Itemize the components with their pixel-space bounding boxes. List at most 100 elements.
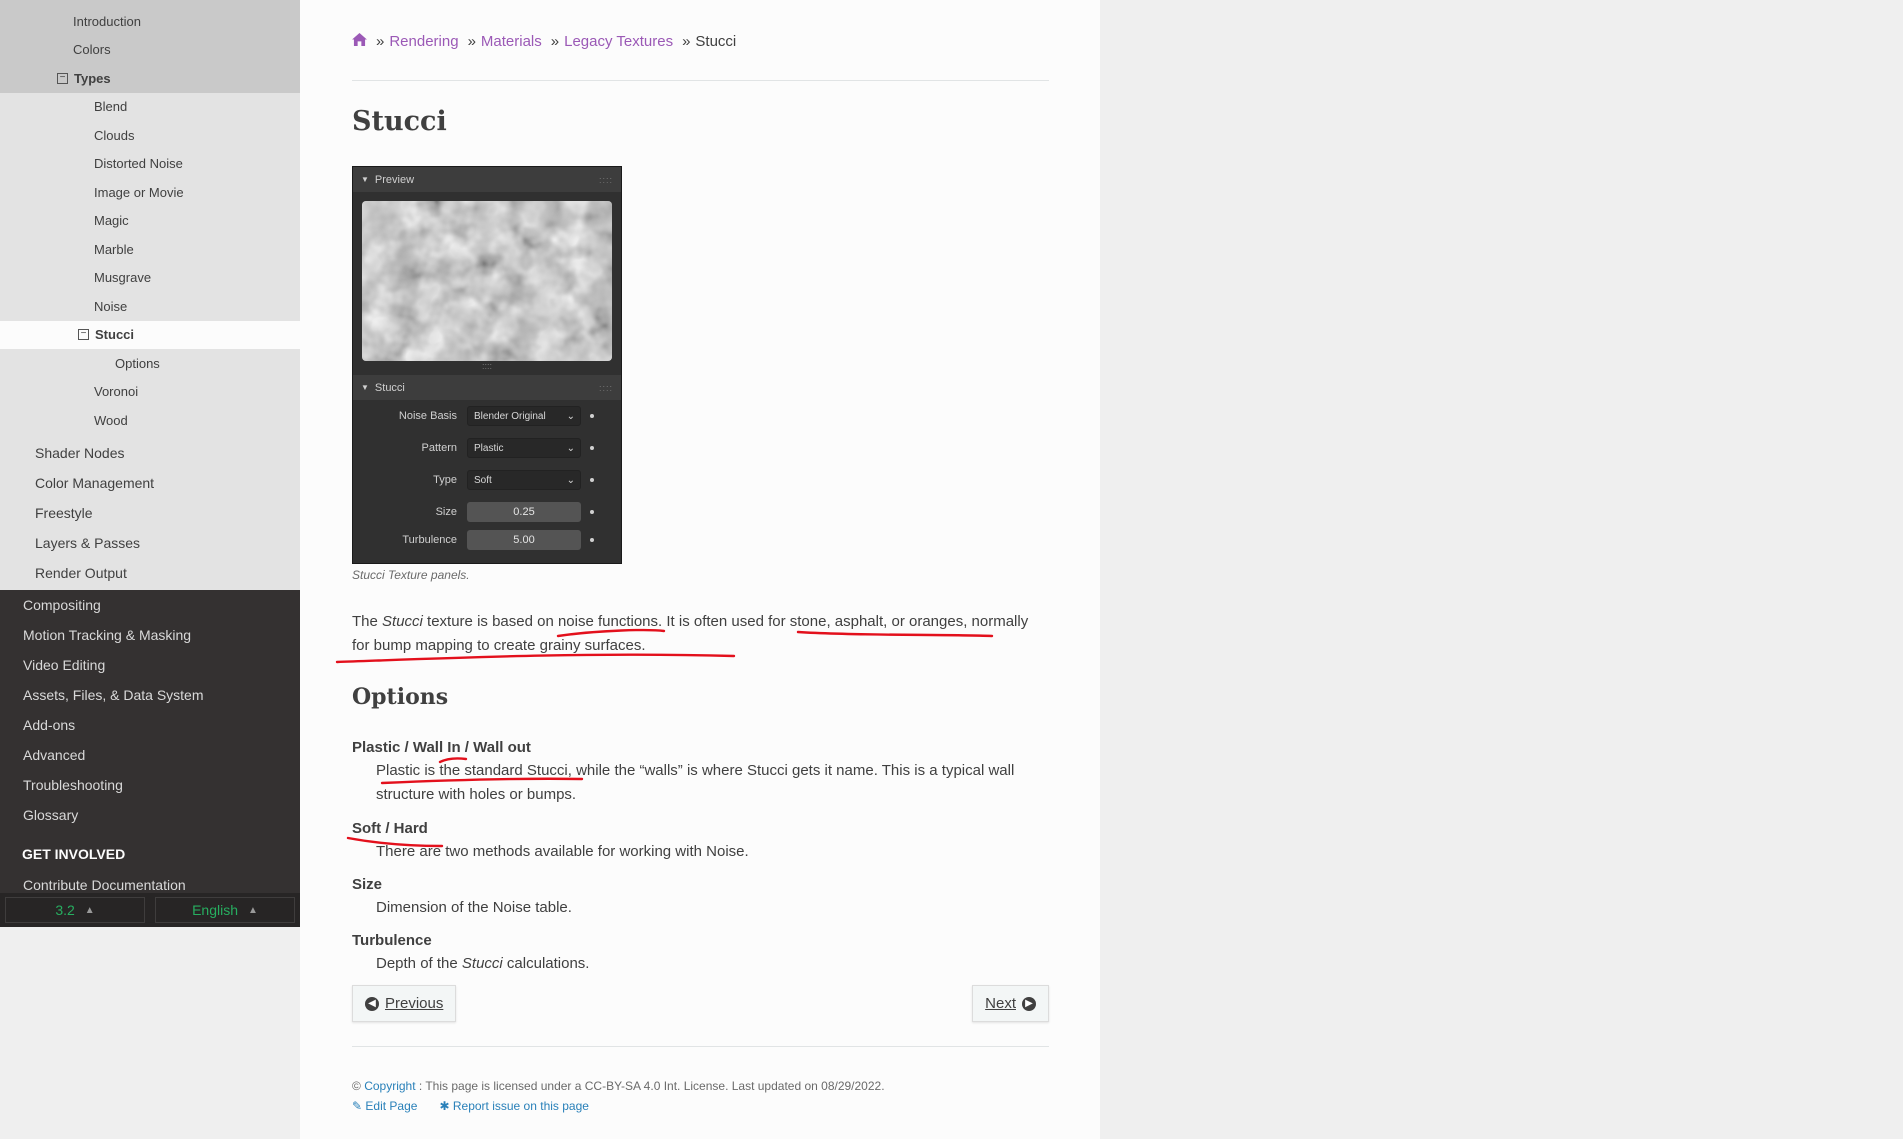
sidebar-item-label: Types [74,70,111,86]
sidebar-item-image-or-movie[interactable]: Image or Movie [0,178,300,207]
breadcrumb-rendering[interactable]: Rendering [389,33,458,50]
size-label: Size [435,506,457,518]
sidebar-item-label: Stucci [95,327,135,343]
sidebar-item-blend[interactable]: Blend [0,93,300,122]
breadcrumb-separator: » [550,32,560,50]
pattern-row: Pattern Plastic ⌄ [353,432,621,464]
sidebar-item-video-editing[interactable]: Video Editing [0,650,300,680]
noise-basis-row: Noise Basis Blender Original ⌄ [353,400,621,432]
sidebar-item-motion-tracking[interactable]: Motion Tracking & Masking [0,620,300,650]
sidebar-item-voronoi[interactable]: Voronoi [0,378,300,407]
keyframe-dot-icon [590,446,594,450]
option-soft-hard: Soft / Hard There are two methods availa… [352,818,1049,864]
sidebar-item-freestyle[interactable]: Freestyle [0,498,300,528]
stucci-panel-header: ▼ Stucci :::: [353,375,621,400]
version-select[interactable]: 3.2 ▲ [5,897,145,923]
option-description: There are two methods available for work… [376,843,749,860]
arrow-circle-right-icon: ▶ [1022,996,1036,1011]
sidebar-item-troubleshooting[interactable]: Troubleshooting [0,770,300,800]
breadcrumb: » Rendering » Materials » Legacy Texture… [352,31,1049,51]
option-term: Plastic / Wall In / Wall out [352,739,531,756]
disclosure-triangle-icon: ▼ [361,383,369,392]
language-select[interactable]: English ▲ [155,897,295,923]
breadcrumb-separator: » [376,32,385,50]
stucci-header-label: Stucci [374,381,405,394]
bug-icon: ✱ [439,1099,450,1113]
sidebar-item-wood[interactable]: Wood [0,406,300,435]
page-footer: © Copyright : This page is licensed unde… [352,1076,885,1116]
sidebar-section-caption: GET INVOLVED [22,845,126,862]
resize-grip-icon[interactable]: :::: [353,361,621,375]
next-button[interactable]: Next ▶ [972,985,1049,1022]
sidebar-item-introduction[interactable]: Introduction [0,7,300,36]
drag-grip-icon: :::: [598,382,613,393]
noise-basis-select: Blender Original ⌄ [467,406,581,426]
options-heading: Options [352,684,449,710]
edit-page-label: Edit Page [365,1099,418,1113]
sidebar-item-shader-nodes[interactable]: Shader Nodes [0,438,300,468]
breadcrumb-materials[interactable]: Materials [481,33,542,50]
sidebar-item-color-management[interactable]: Color Management [0,468,300,498]
sidebar-item-clouds[interactable]: Clouds [0,121,300,150]
sidebar-item-colors[interactable]: Colors [0,36,300,65]
option-description: Depth of the Stucci calculations. [352,952,1049,976]
breadcrumb-separator: » [682,32,691,50]
select-value: Plastic [474,442,504,454]
sidebar-item-marble[interactable]: Marble [0,235,300,264]
intro-text: texture is based on noise functions. It … [352,613,1029,654]
sidebar-item-layers-passes[interactable]: Layers & Passes [0,528,300,558]
preview-header-label: Preview [374,173,415,186]
breadcrumb-legacy-textures[interactable]: Legacy Textures [564,33,673,50]
chevron-down-icon: ⌄ [566,410,575,422]
collapse-icon[interactable]: − [78,329,89,341]
sidebar-item-compositing[interactable]: Compositing [0,590,300,620]
disclosure-triangle-icon: ▼ [361,175,369,184]
keyframe-dot-icon [590,510,594,514]
caret-up-icon: ▲ [84,904,95,916]
sidebar-item-glossary[interactable]: Glossary [0,800,300,830]
sidebar-item-options[interactable]: Options [0,349,300,378]
report-issue-label: Report issue on this page [452,1099,589,1113]
language-value: English [192,902,238,918]
select-value: Blender Original [474,410,546,422]
home-icon [352,32,367,46]
type-label: Type [433,474,457,486]
turbulence-number-field: 5.00 [467,530,581,550]
keyframe-dot-icon [590,414,594,418]
footer-links: ✎ Edit Page ✱ Report issue on this page [352,1096,885,1116]
next-label: Next [985,995,1016,1012]
sidebar-item-noise[interactable]: Noise [0,292,300,321]
pager: ◀ Previous Next ▶ [352,985,1049,1022]
sidebar-item-add-ons[interactable]: Add-ons [0,710,300,740]
copyright-link[interactable]: Copyright [364,1079,415,1093]
previous-button[interactable]: ◀ Previous [352,985,457,1022]
collapse-icon[interactable]: − [57,72,68,84]
breadcrumb-current: Stucci [695,32,737,50]
desc-emphasis: Stucci [461,955,503,972]
noise-texture-preview [362,201,612,361]
sidebar-item-magic[interactable]: Magic [0,207,300,236]
turbulence-label: Turbulence [402,534,457,546]
pattern-select: Plastic ⌄ [467,438,581,458]
edit-icon: ✎ [352,1099,363,1113]
type-select: Soft ⌄ [467,470,581,490]
sidebar-item-distorted-noise[interactable]: Distorted Noise [0,150,300,179]
breadcrumb-separator: » [467,32,476,50]
sidebar-item-types[interactable]: − Types [0,64,300,93]
chevron-down-icon: ⌄ [566,474,575,486]
keyframe-dot-icon [590,478,594,482]
sidebar-item-musgrave[interactable]: Musgrave [0,264,300,293]
page-title: Stucci [352,106,447,137]
sidebar-item-render-output[interactable]: Render Output [0,558,300,588]
license-text: : This page is licensed under a CC-BY-SA… [418,1079,885,1093]
sidebar-item-advanced[interactable]: Advanced [0,740,300,770]
drag-grip-icon: :::: [598,174,613,185]
sidebar-level3-group: Introduction Colors − Types [0,0,300,93]
edit-page-link[interactable]: ✎ Edit Page [352,1096,417,1116]
figure-caption: Stucci Texture panels. [352,568,470,582]
home-link[interactable] [352,32,367,50]
desc-text: calculations. [502,955,590,972]
report-issue-link[interactable]: ✱ Report issue on this page [439,1096,589,1116]
sidebar-item-assets-files[interactable]: Assets, Files, & Data System [0,680,300,710]
sidebar-item-stucci[interactable]: − Stucci [0,320,300,349]
